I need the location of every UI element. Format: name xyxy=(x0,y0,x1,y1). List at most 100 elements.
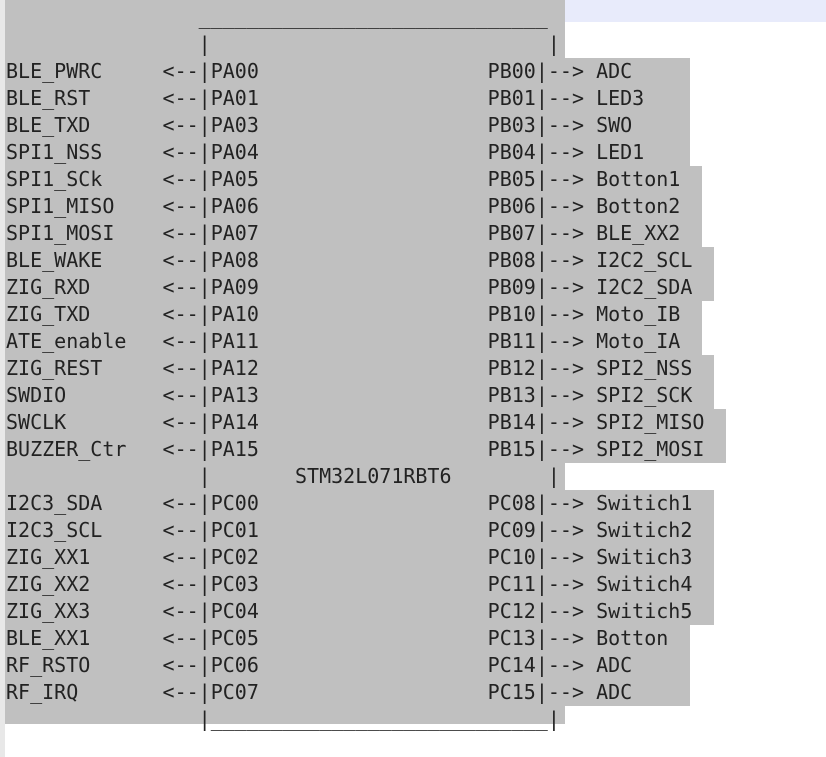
chip-edge-left: | xyxy=(198,86,211,110)
left-pin: PA00 xyxy=(210,59,488,83)
left-signal-label: I2C3_SDA xyxy=(6,491,163,515)
chip-edge-right: | xyxy=(535,356,548,380)
right-arrow: --> xyxy=(547,410,597,434)
left-pin: PA01 xyxy=(210,86,488,110)
right-signal-label: SPI2_MISO xyxy=(596,410,705,434)
chip-edge-left: | xyxy=(198,680,211,704)
left-signal-label: SPI1_MISO xyxy=(6,194,163,218)
left-pin: PA04 xyxy=(210,140,488,164)
right-arrow: --> xyxy=(547,59,597,83)
chip-edge-left: | xyxy=(198,437,211,461)
left-arrow: <-- xyxy=(162,221,199,245)
left-arrow: <-- xyxy=(162,437,199,461)
left-pin: PC01 xyxy=(210,518,488,542)
right-arrow: --> xyxy=(547,194,597,218)
right-arrow: --> xyxy=(547,599,597,623)
chip-edge-left: | xyxy=(198,491,211,515)
left-pin: PA11 xyxy=(210,329,488,353)
right-arrow: --> xyxy=(547,86,597,110)
left-arrow: <-- xyxy=(162,410,199,434)
left-pin: PA08 xyxy=(210,248,488,272)
right-signal-label: BLE_XX2 xyxy=(596,221,681,245)
chip-top-border: _____________________________ xyxy=(6,4,704,31)
right-signal-label: Switich1 xyxy=(596,491,693,515)
right-signal-label: Switich3 xyxy=(596,545,693,569)
left-pin: PC07 xyxy=(210,680,488,704)
left-pin: PC04 xyxy=(210,599,488,623)
pin-row: BLE_XX1 <--|PC05 PC13|--> Botton xyxy=(6,625,704,652)
chip-edge-right: | xyxy=(535,86,548,110)
left-signal-label: ZIG_TXD xyxy=(6,302,163,326)
chip-top-border: _____________________________ xyxy=(6,5,548,29)
right-pin: PB14 xyxy=(487,410,536,434)
chip-edge-left: | xyxy=(198,221,211,245)
left-signal-label: SPI1_SCk xyxy=(6,167,163,191)
chip-edge-left: | xyxy=(198,275,211,299)
left-arrow: <-- xyxy=(162,680,199,704)
right-signal-label: I2C2_SCL xyxy=(596,248,693,272)
right-pin: PB08 xyxy=(487,248,536,272)
pin-row: ZIG_REST <--|PA12 PB12|--> SPI2_NSS xyxy=(6,355,704,382)
chip-side-line: | | xyxy=(6,31,704,58)
right-pin: PB05 xyxy=(487,167,536,191)
right-arrow: --> xyxy=(547,356,597,380)
right-pin: PC08 xyxy=(487,491,536,515)
pin-row: SPI1_MOSI <--|PA07 PB07|--> BLE_XX2 xyxy=(6,220,704,247)
right-signal-label: ADC xyxy=(596,59,633,83)
left-arrow: <-- xyxy=(162,599,199,623)
left-pin: PA10 xyxy=(210,302,488,326)
left-pin: PC06 xyxy=(210,653,488,677)
right-pin: PC10 xyxy=(487,545,536,569)
left-signal-label: ZIG_XX2 xyxy=(6,572,163,596)
right-signal-label: Switich5 xyxy=(596,599,693,623)
chip-edge-left: | xyxy=(198,572,211,596)
right-pin: PC09 xyxy=(487,518,536,542)
right-signal-label: SWO xyxy=(596,113,633,137)
left-arrow: <-- xyxy=(162,59,199,83)
right-arrow: --> xyxy=(547,140,597,164)
right-arrow: --> xyxy=(547,275,597,299)
chip-edge-left: | xyxy=(198,518,211,542)
left-arrow: <-- xyxy=(162,140,199,164)
right-arrow: --> xyxy=(547,167,597,191)
chip-edge-left: | xyxy=(198,113,211,137)
right-arrow: --> xyxy=(547,437,597,461)
chip-edge-left: | xyxy=(198,545,211,569)
right-arrow: --> xyxy=(547,248,597,272)
left-signal-label: ZIG_RXD xyxy=(6,275,163,299)
chip-edge-left: | xyxy=(198,302,211,326)
pin-row: BUZZER_Ctr <--|PA15 PB15|--> SPI2_MOSI xyxy=(6,436,704,463)
left-pin: PA09 xyxy=(210,275,488,299)
left-pin: PA06 xyxy=(210,194,488,218)
left-signal-label: ZIG_XX1 xyxy=(6,545,163,569)
chip-edge-left: | xyxy=(198,653,211,677)
chip-edge-right: | xyxy=(535,410,548,434)
right-pin: PB09 xyxy=(487,275,536,299)
left-pin: PC05 xyxy=(210,626,488,650)
pin-row: ZIG_XX2 <--|PC03 PC11|--> Switich4 xyxy=(6,571,704,598)
left-pin: PA07 xyxy=(210,221,488,245)
pin-row: BLE_RST <--|PA01 PB01|--> LED3 xyxy=(6,85,704,112)
right-pin: PB04 xyxy=(487,140,536,164)
chip-edge-right: | xyxy=(535,680,548,704)
right-pin: PB15 xyxy=(487,437,536,461)
pin-row: RF_RSTO <--|PC06 PC14|--> ADC xyxy=(6,652,704,679)
right-pin: PC15 xyxy=(487,680,536,704)
left-signal-label: BLE_RST xyxy=(6,86,163,110)
left-pin: PA14 xyxy=(210,410,488,434)
left-arrow: <-- xyxy=(162,518,199,542)
right-arrow: --> xyxy=(547,653,597,677)
right-arrow: --> xyxy=(547,302,597,326)
left-signal-label: BLE_PWRC xyxy=(6,59,163,83)
chip-edge-right: | xyxy=(535,329,548,353)
chip-side-line: | | xyxy=(6,32,560,56)
left-pin: PA03 xyxy=(210,113,488,137)
right-arrow: --> xyxy=(547,329,597,353)
left-arrow: <-- xyxy=(162,329,199,353)
chip-name-line: | STM32L071RBT6 | xyxy=(6,463,704,490)
pin-row: RF_IRQ <--|PC07 PC15|--> ADC xyxy=(6,679,704,706)
right-signal-label: ADC xyxy=(596,653,633,677)
chip-edge-left: | xyxy=(198,167,211,191)
right-signal-label: I2C2_SDA xyxy=(596,275,693,299)
right-pin: PB06 xyxy=(487,194,536,218)
